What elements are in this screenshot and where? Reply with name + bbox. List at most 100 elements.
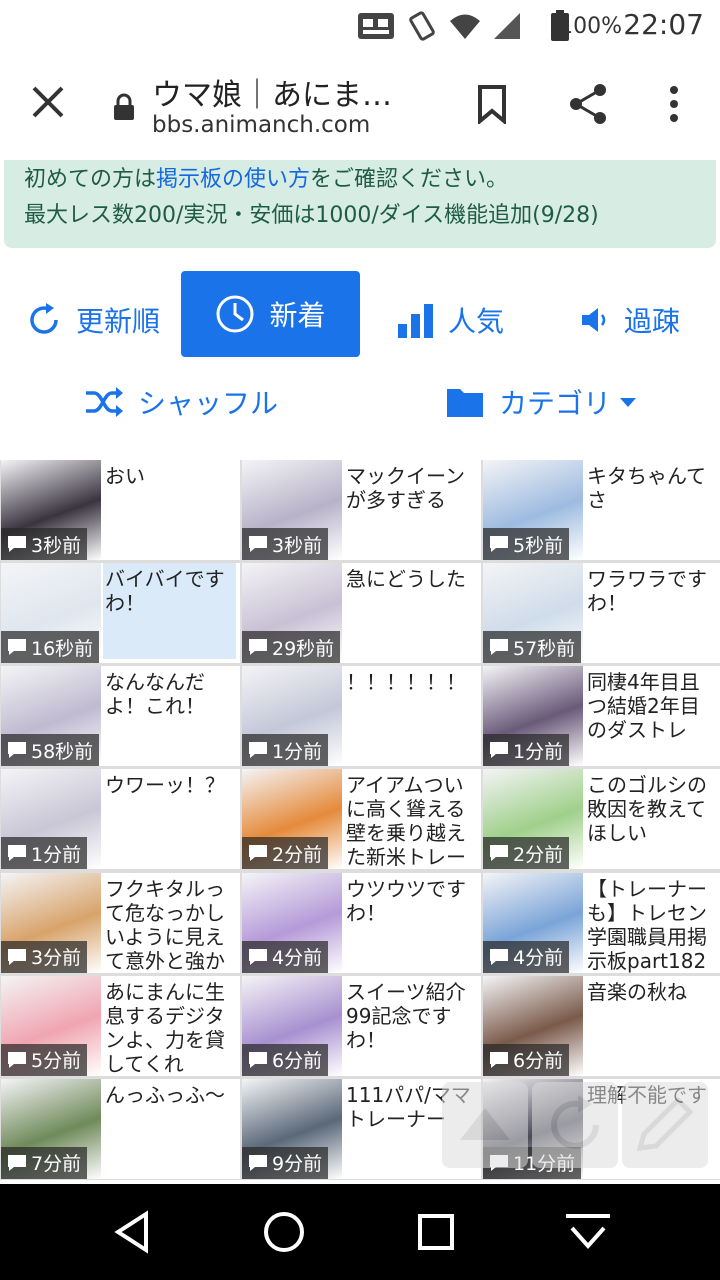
thread-item[interactable]: 4分前 ウツウツですわ！ <box>242 872 481 973</box>
elapsed-time-badge: 58秒前 <box>1 734 100 767</box>
thread-item[interactable]: 1分前 ウワーッ！？ <box>1 769 240 870</box>
elapsed-time-badge: 1分前 <box>1 837 88 870</box>
thread-grid: 3秒前 おい 3秒前 マックイーンが多すぎる 5秒前 キタちゃんてさ 16秒前 バイバイですわ… <box>0 460 720 1180</box>
sort-update-button[interactable]: 更新順 <box>26 296 160 344</box>
elapsed-time: 4分前 <box>272 947 323 970</box>
speaker-icon <box>582 308 606 332</box>
elapsed-time: 7分前 <box>31 1153 82 1176</box>
thread-title[interactable]: アイアムついに高く聳える壁を乗り越えた新米トレー <box>346 773 477 869</box>
more-menu-icon[interactable] <box>664 84 684 124</box>
thread-title[interactable]: ！！！！！！ <box>346 670 477 694</box>
close-icon[interactable] <box>30 84 66 120</box>
thread-title[interactable]: ウツウツですわ！ <box>346 877 477 925</box>
thread-item[interactable]: 29秒前 急にどうした <box>242 563 481 664</box>
thread-item[interactable]: 3秒前 おい <box>1 460 240 560</box>
elapsed-time: 57秒前 <box>513 637 576 660</box>
thread-item[interactable]: 4分前 【トレーナーも】トレセン学園職員用掲示板part182 <box>483 872 720 973</box>
thread-title[interactable]: 【トレーナーも】トレセン学園職員用掲示板part182 <box>587 877 718 973</box>
thread-title[interactable]: あにまんに生息するデジタンよ、力を貸してくれ <box>105 980 236 1076</box>
thread-title[interactable]: ワラワラですわ！ <box>587 567 718 615</box>
elapsed-time-badge: 5分前 <box>1 1043 88 1076</box>
browser-toolbar: ウマ娘｜あにま… bbs.animanch.com <box>0 52 720 160</box>
thread-item[interactable]: 7分前 んっふっふ〜 <box>1 1078 240 1179</box>
elapsed-time: 2分前 <box>513 843 564 866</box>
thread-title[interactable]: バイバイですわ！ <box>103 563 236 660</box>
page-url[interactable]: bbs.animanch.com <box>152 112 370 138</box>
thread-title[interactable]: んっふっふ〜 <box>105 1083 236 1107</box>
thread-item[interactable]: 16秒前 バイバイですわ！ <box>1 563 240 664</box>
category-label: カテゴリ <box>499 387 612 420</box>
thread-item[interactable]: 1分前 同棲4年目且つ結婚2年目のダストレ <box>483 666 720 767</box>
thread-title[interactable]: なんなんだよ！これ！ <box>105 670 236 718</box>
thread-item[interactable]: 3分前 フクキタルって危なっかしいように見えて意外と強か <box>1 872 240 973</box>
thread-item[interactable]: 5秒前 キタちゃんてさ <box>483 460 720 560</box>
caret-down-icon <box>620 398 637 407</box>
new-thread-icon[interactable] <box>620 1080 710 1170</box>
elapsed-time-badge: 1分前 <box>242 734 329 767</box>
comment-icon <box>249 742 267 759</box>
thread-title[interactable]: 音楽の秋ね <box>587 980 718 1004</box>
notice-line-1: 初めての方は掲示板の使い方をご確認ください。 <box>24 167 509 192</box>
share-icon[interactable] <box>566 82 610 126</box>
elapsed-time: 6分前 <box>272 1050 323 1073</box>
thread-title[interactable]: スイーツ紹介99記念ですわ！ <box>346 980 477 1052</box>
elapsed-time: 5分前 <box>31 1050 82 1073</box>
shuffle-button[interactable]: シャッフル <box>84 378 278 426</box>
thread-item[interactable]: 3秒前 マックイーンが多すぎる <box>242 460 481 560</box>
comment-icon <box>8 536 26 552</box>
thread-item[interactable]: 57秒前 ワラワラですわ！ <box>483 563 720 664</box>
hide-keyboard-icon[interactable] <box>562 1210 614 1254</box>
home-icon[interactable] <box>262 1210 306 1254</box>
elapsed-time-badge: 1分前 <box>483 734 570 767</box>
sort-old-button[interactable]: 過疎 <box>580 296 680 344</box>
comment-icon <box>490 639 508 656</box>
elapsed-time-badge: 5秒前 <box>483 528 570 560</box>
thread-title[interactable]: おい <box>105 464 236 488</box>
elapsed-time-badge: 6分前 <box>483 1043 570 1076</box>
thread-title[interactable]: このゴルシの敗因を教えてほしい <box>587 773 718 845</box>
back-icon[interactable] <box>112 1210 152 1254</box>
elapsed-time: 2分前 <box>272 843 323 866</box>
sort-popular-button[interactable]: 人気 <box>398 296 504 344</box>
elapsed-time: 5秒前 <box>513 534 564 557</box>
elapsed-time: 9分前 <box>272 1153 323 1176</box>
sort-new-button[interactable]: 新着 <box>181 271 360 357</box>
elapsed-time-badge: 3秒前 <box>242 528 329 560</box>
thread-item[interactable]: 2分前 このゴルシの敗因を教えてほしい <box>483 769 720 870</box>
thread-item[interactable]: 58秒前 なんなんだよ！これ！ <box>1 666 240 767</box>
thread-item[interactable]: 5分前 あにまんに生息するデジタンよ、力を貸してくれ <box>1 975 240 1076</box>
thread-title[interactable]: 急にどうした <box>346 567 477 591</box>
category-dropdown[interactable]: カテゴリ <box>445 378 637 426</box>
thread-title[interactable]: 同棲4年目且つ結婚2年目のダストレ <box>587 670 718 742</box>
comment-icon <box>490 948 508 965</box>
usage-guide-link[interactable]: 掲示板の使い方 <box>156 167 310 192</box>
thread-item[interactable]: 6分前 スイーツ紹介99記念ですわ！ <box>242 975 481 1076</box>
thread-title[interactable]: キタちゃんてさ <box>587 464 718 512</box>
thread-title[interactable]: ウワーッ！？ <box>105 773 236 797</box>
shuffle-icon <box>86 387 123 417</box>
scroll-top-icon[interactable] <box>440 1080 530 1170</box>
reload-icon[interactable] <box>530 1080 620 1170</box>
clock: 22:07 <box>623 8 704 41</box>
recents-icon[interactable] <box>416 1212 456 1252</box>
shuffle-label: シャッフル <box>138 387 279 420</box>
thread-title[interactable]: マックイーンが多すぎる <box>346 464 477 512</box>
elapsed-time-badge: 4分前 <box>483 940 570 973</box>
elapsed-time: 3秒前 <box>272 534 323 557</box>
battery-percent: 100% <box>559 14 622 39</box>
elapsed-time: 29秒前 <box>272 637 335 660</box>
comment-icon <box>490 742 508 759</box>
thread-title[interactable]: フクキタルって危なっかしいように見えて意外と強か <box>105 877 236 973</box>
page-title[interactable]: ウマ娘｜あにま… <box>152 70 392 114</box>
comment-icon <box>490 1051 508 1068</box>
thread-item[interactable]: 6分前 音楽の秋ね <box>483 975 720 1076</box>
bookmark-icon[interactable] <box>476 84 508 124</box>
thread-item[interactable]: 1分前 ！！！！！！ <box>242 666 481 767</box>
comment-icon <box>8 639 26 656</box>
status-bar: 100% 22:07 <box>0 0 720 52</box>
system-nav-bar <box>0 1184 720 1280</box>
thread-item[interactable]: 2分前 アイアムついに高く聳える壁を乗り越えた新米トレー <box>242 769 481 870</box>
elapsed-time-badge: 3分前 <box>1 940 88 973</box>
status-icons <box>356 8 570 44</box>
elapsed-time: 1分前 <box>31 843 82 866</box>
